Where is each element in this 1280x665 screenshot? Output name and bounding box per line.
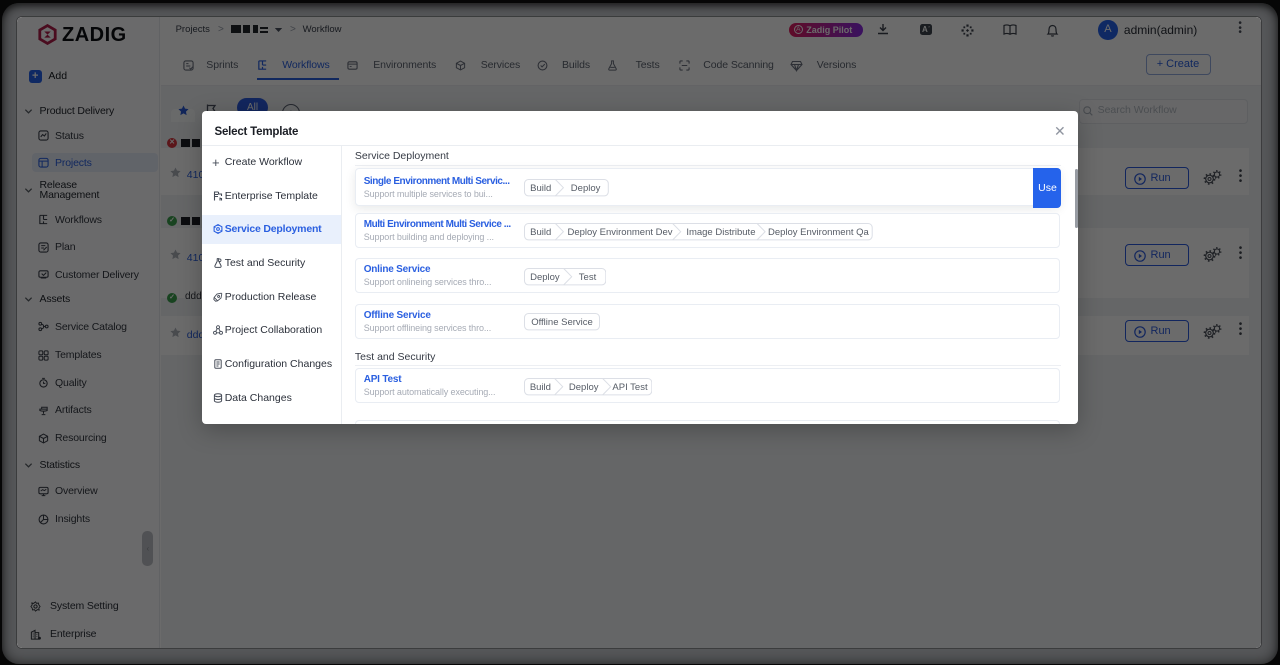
svg-text:Deploy: Deploy xyxy=(531,272,561,283)
svg-text:Build: Build xyxy=(530,382,551,393)
svg-text:Test: Test xyxy=(579,272,597,283)
svg-text:API Test: API Test xyxy=(613,382,649,393)
svg-text:Image Distribute: Image Distribute xyxy=(687,227,756,238)
svg-text:Deploy Environment Qa: Deploy Environment Qa xyxy=(768,227,870,238)
svg-text:Deploy: Deploy xyxy=(569,382,599,393)
svg-text:Build: Build xyxy=(531,183,552,194)
svg-text:Deploy Environment Dev: Deploy Environment Dev xyxy=(568,227,673,238)
svg-text:Deploy: Deploy xyxy=(571,183,601,194)
svg-text:Offline Service: Offline Service xyxy=(532,317,594,328)
svg-text:Build: Build xyxy=(531,227,552,238)
